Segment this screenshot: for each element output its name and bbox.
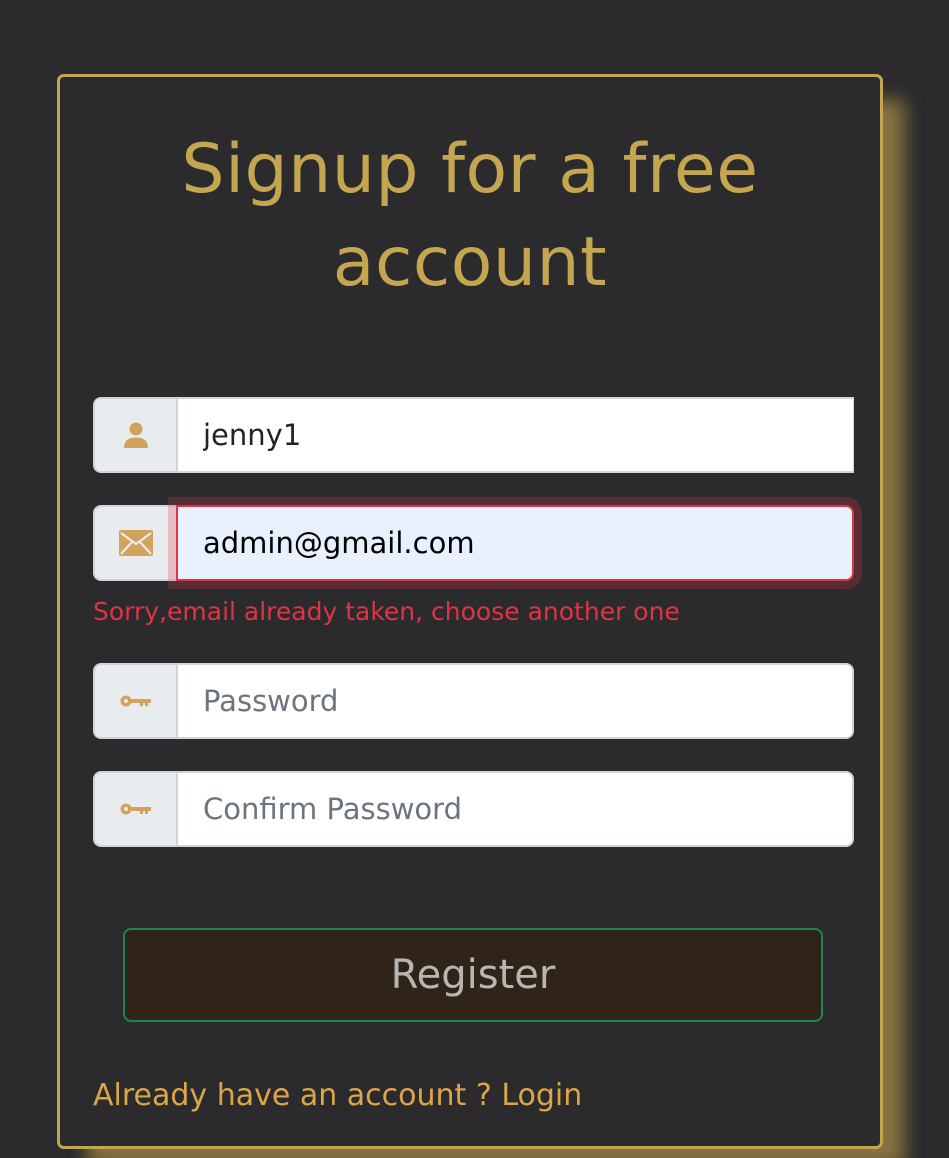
confirm-password-addon	[93, 771, 176, 847]
username-input[interactable]	[176, 397, 854, 473]
email-addon	[93, 505, 176, 581]
username-addon	[93, 397, 176, 473]
email-group	[93, 505, 854, 581]
user-icon	[123, 422, 148, 448]
register-button[interactable]: Register	[123, 928, 823, 1022]
email-error-message: Sorry,email already taken, choose anothe…	[93, 597, 680, 626]
key-icon	[120, 803, 151, 815]
signup-card: Signup for a free account Sorry,email al…	[57, 74, 883, 1149]
password-addon	[93, 663, 176, 739]
page-title: Signup for a free account	[181, 130, 759, 302]
envelope-icon	[118, 530, 153, 556]
password-input[interactable]	[176, 663, 854, 739]
username-group	[93, 397, 854, 473]
key-icon	[120, 695, 151, 707]
login-prompt: Already have an account ? Login	[93, 1077, 582, 1115]
email-input[interactable]	[176, 505, 854, 581]
login-prompt-text: Already have an account ?	[93, 1078, 492, 1113]
password-group	[93, 663, 854, 739]
confirm-password-input[interactable]	[176, 771, 854, 847]
confirm-password-group	[93, 771, 854, 847]
login-link[interactable]: Login	[501, 1078, 582, 1113]
